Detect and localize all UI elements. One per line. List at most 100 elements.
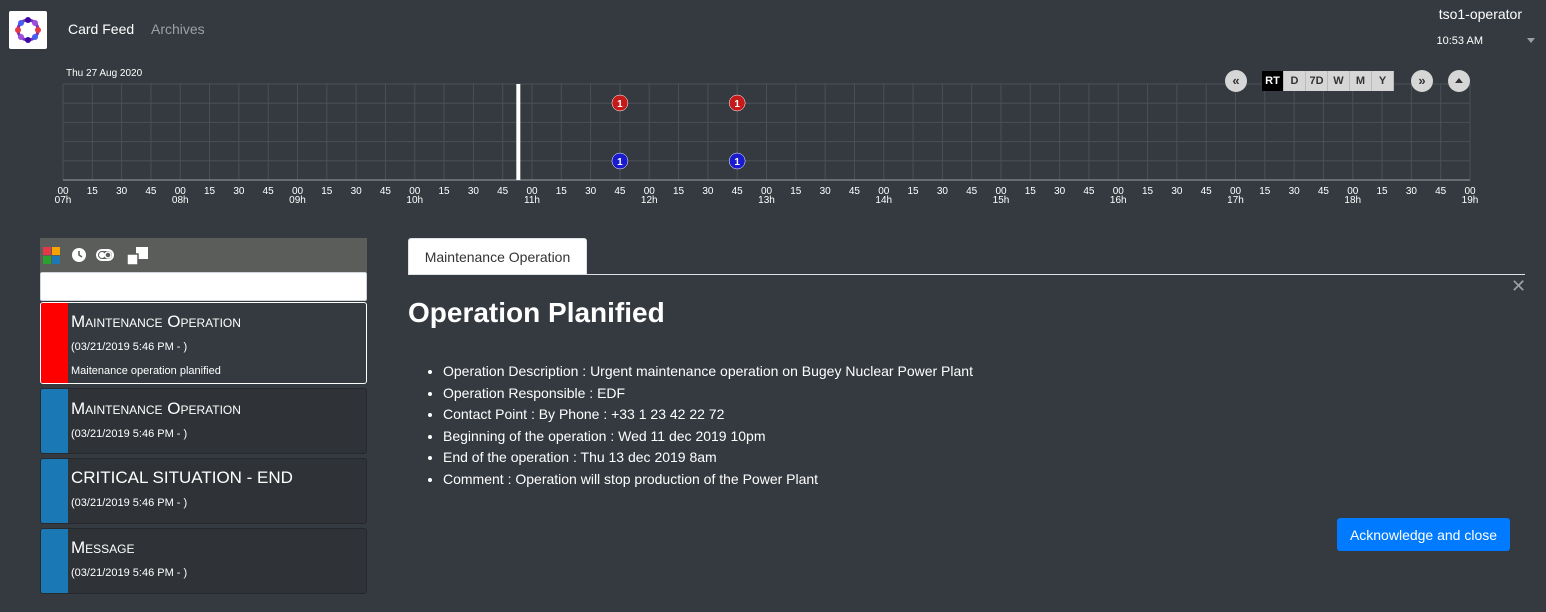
tick-label: 45 (1083, 186, 1095, 197)
copy-icon[interactable] (127, 247, 149, 267)
hour-label: 16h (1110, 195, 1127, 206)
feed-card-critical-situation[interactable]: CRITICAL SITUATION - END (03/21/2019 5:4… (40, 458, 367, 524)
hour-label: 09h (289, 195, 306, 206)
hour-label: 10h (406, 195, 423, 206)
severity-bar (41, 459, 68, 523)
timeline-mode-selector: RT D 7D W M Y (1262, 71, 1394, 91)
severity-bar (41, 389, 68, 453)
feed-card-maintenance-operation[interactable]: Maintenance Operation (03/21/2019 5:46 P… (40, 302, 367, 384)
hour-label: 13h (758, 195, 775, 206)
tick-label: 15 (556, 186, 568, 197)
tick-label: 15 (908, 186, 920, 197)
timeline-collapse-button[interactable] (1448, 70, 1470, 92)
tick-label: 30 (585, 186, 597, 197)
tick-label: 45 (263, 186, 275, 197)
tick-label: 15 (321, 186, 333, 197)
hour-label: 11h (524, 195, 540, 206)
caret-up-icon (1455, 78, 1463, 83)
hour-label: 19h (1462, 195, 1479, 206)
tick-label: 30 (937, 186, 949, 197)
tick-label: 30 (702, 186, 714, 197)
mode-button-y[interactable]: Y (1372, 71, 1394, 91)
feed-toolbar (40, 238, 367, 272)
card-title: Maintenance Operation (71, 312, 241, 331)
hour-label: 07h (55, 195, 72, 206)
mode-button-rt[interactable]: RT (1262, 71, 1284, 91)
mode-button-d[interactable]: D (1284, 71, 1306, 91)
hour-label: 17h (1227, 195, 1244, 206)
tick-label: 45 (1318, 186, 1330, 197)
current-time-marker (516, 84, 521, 180)
tick-label: 15 (204, 186, 216, 197)
card-date: (03/21/2019 5:46 PM - ) (71, 497, 188, 509)
double-chevron-left-icon: « (1232, 73, 1240, 88)
mode-button-w[interactable]: W (1328, 71, 1350, 91)
tick-label: 45 (732, 186, 744, 197)
detail-item: Operation Responsible : EDF (443, 383, 973, 405)
mode-button-m[interactable]: M (1350, 71, 1372, 91)
hour-label: 18h (1344, 195, 1361, 206)
tick-label: 45 (614, 186, 626, 197)
card-summary: Maitenance operation planified (71, 365, 221, 377)
tick-label: 30 (233, 186, 245, 197)
mode-button-7d[interactable]: 7D (1306, 71, 1328, 91)
tick-label: 45 (497, 186, 509, 197)
clock-icon[interactable] (71, 247, 87, 263)
close-icon[interactable]: ✕ (1511, 277, 1526, 295)
hour-label: 08h (172, 195, 189, 206)
card-title: CRITICAL SITUATION - END (71, 468, 293, 487)
timeline-chart: 0007h15 30 45 0008h15 30 45 0009h15 30 45 0010h15… (55, 83, 1479, 206)
tick-label: 30 (351, 186, 363, 197)
tick-label: 30 (1406, 186, 1418, 197)
tick-label: 45 (380, 186, 392, 197)
tick-label: 45 (966, 186, 978, 197)
timeline-next-button[interactable]: » (1411, 70, 1433, 92)
card-date: (03/21/2019 5:46 PM - ) (71, 341, 188, 353)
card-date: (03/21/2019 5:46 PM - ) (71, 428, 188, 440)
hour-label: 14h (875, 195, 892, 206)
detail-list: Operation Description : Urgent maintenan… (425, 361, 973, 491)
tick-label: 15 (790, 186, 802, 197)
bubble-count: 1 (734, 99, 740, 110)
bubble-count: 1 (734, 157, 740, 168)
feed-card-message[interactable]: Message (03/21/2019 5:46 PM - ) (40, 528, 367, 594)
severity-bar (41, 529, 68, 593)
bubble-count: 1 (617, 99, 623, 110)
tick-label: 15 (87, 186, 99, 197)
tick-label: 15 (673, 186, 685, 197)
type-filter-icon[interactable] (43, 247, 61, 265)
detail-item: Comment : Operation will stop production… (443, 469, 973, 491)
tick-label: 45 (145, 186, 157, 197)
double-chevron-right-icon: » (1418, 73, 1426, 88)
tab-divider (408, 274, 1525, 275)
hour-label: 12h (641, 195, 658, 206)
severity-bar (41, 303, 68, 383)
tick-label: 30 (1289, 186, 1301, 197)
tick-label: 15 (1025, 186, 1037, 197)
toggle-icon[interactable] (96, 247, 114, 263)
tick-label: 30 (820, 186, 832, 197)
detail-item: End of the operation : Thu 13 dec 2019 8… (443, 447, 973, 469)
tick-label: 45 (1201, 186, 1213, 197)
detail-title: Operation Planified (408, 297, 665, 328)
detail-item: Operation Description : Urgent maintenan… (443, 361, 973, 383)
timeline-previous-button[interactable]: « (1225, 70, 1247, 92)
tick-label: 15 (1142, 186, 1154, 197)
feed-card-maintenance-operation-2[interactable]: Maintenance Operation (03/21/2019 5:46 P… (40, 388, 367, 454)
tick-label: 30 (1171, 186, 1183, 197)
hour-label: 15h (993, 195, 1010, 206)
bubble-count: 1 (617, 157, 623, 168)
tick-label: 15 (1259, 186, 1271, 197)
detail-item: Contact Point : By Phone : +33 1 23 42 2… (443, 404, 973, 426)
acknowledge-and-close-button[interactable]: Acknowledge and close (1337, 518, 1510, 551)
tab-maintenance-operation[interactable]: Maintenance Operation (408, 238, 587, 275)
tick-label: 45 (849, 186, 861, 197)
card-title: Message (71, 538, 135, 557)
card-title: Maintenance Operation (71, 399, 241, 418)
tick-label: 15 (439, 186, 451, 197)
feed-search-input[interactable] (40, 272, 367, 301)
tick-label: 15 (1377, 186, 1389, 197)
tick-label: 30 (1054, 186, 1066, 197)
tick-label: 30 (116, 186, 128, 197)
detail-item: Beginning of the operation : Wed 11 dec … (443, 426, 973, 448)
